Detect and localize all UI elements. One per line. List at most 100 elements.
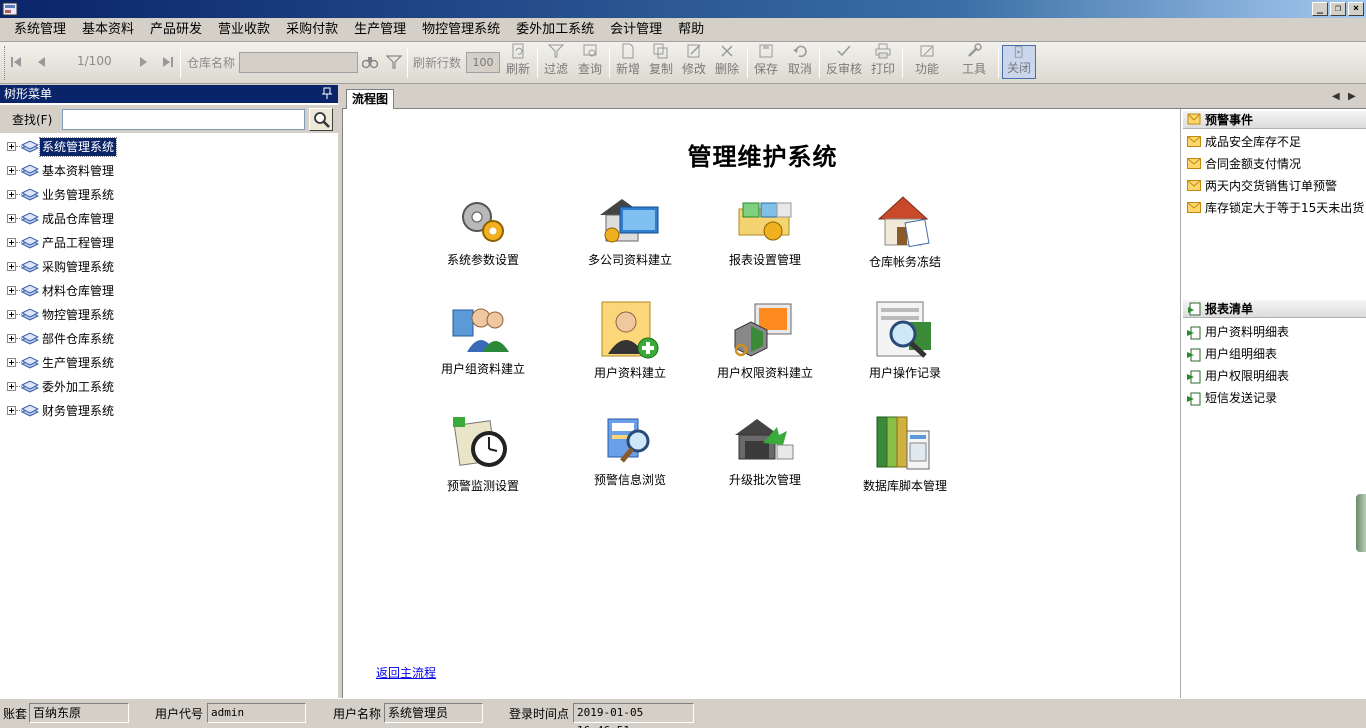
edit-icon [687,44,701,58]
copy-button[interactable]: 复制 [647,42,675,82]
expand-icon[interactable] [7,358,16,367]
search-label: 查找(F) [12,113,53,127]
last-record-icon[interactable] [162,56,174,68]
alerts-header: 预警事件 [1183,111,1366,129]
report-item[interactable]: 用户权限明细表 [1185,366,1366,386]
menu-help[interactable]: 帮助 [670,18,712,42]
tree-item[interactable]: 系统管理系统 [0,135,338,159]
tab-scroll-left-icon[interactable]: ◀ [1332,91,1340,102]
tree-item[interactable]: 委外加工系统 [0,375,338,399]
envelope-icon [1187,158,1201,169]
refresh-button[interactable]: 刷新 [504,42,532,82]
delete-button[interactable]: 删除 [713,42,741,82]
tree-item[interactable]: 财务管理系统 [0,399,338,423]
tree-item[interactable]: 采购管理系统 [0,255,338,279]
alert-item[interactable]: 合同金额支付情况 [1185,154,1366,174]
menu-outsourcing[interactable]: 委外加工系统 [508,18,602,42]
side-dock-handle[interactable] [1356,494,1366,552]
tree-item[interactable]: 部件仓库系统 [0,327,338,351]
alert-browse-tile[interactable]: 预警信息浏览 [565,413,695,513]
tree-item[interactable]: 产品工程管理 [0,231,338,255]
pin-icon[interactable] [322,87,332,100]
warehouse-freeze-tile[interactable]: 仓库帐务冻结 [840,193,970,293]
copy-icon [653,43,668,59]
expand-icon[interactable] [7,214,16,223]
tile-label: 用户操作记录 [868,366,941,380]
report-settings-icon [700,193,830,247]
tree-search-button[interactable] [309,108,333,131]
save-button[interactable]: 保存 [752,42,780,82]
report-settings-tile[interactable]: 报表设置管理 [700,193,830,293]
unaudit-button[interactable]: 反审核 [824,42,864,82]
menu-production[interactable]: 生产管理 [346,18,414,42]
expand-icon[interactable] [7,382,16,391]
expand-icon[interactable] [7,286,16,295]
filter-button[interactable]: 过滤 [542,42,570,82]
tools-button[interactable]: 工具 [952,42,996,82]
search-icon [314,112,330,128]
back-to-main-link[interactable]: 返回主流程 [376,664,436,681]
tree-item[interactable]: 材料仓库管理 [0,279,338,303]
menu-sales-receipts[interactable]: 营业收款 [210,18,278,42]
user-group-tile[interactable]: 用户组资料建立 [418,300,548,400]
toolbar-grip[interactable] [4,46,7,80]
query-button[interactable]: 查询 [576,42,604,82]
refresh-rows-field[interactable]: 100 [466,52,500,73]
alert-monitor-tile[interactable]: 预警监测设置 [418,413,548,513]
db-script-tile[interactable]: 数据库脚本管理 [840,413,970,513]
expand-icon[interactable] [7,334,16,343]
tree-search-input[interactable] [62,109,305,130]
database-script-icon [840,413,970,473]
close-window-button[interactable]: × [1348,2,1364,16]
tree-item-label: 材料仓库管理 [42,284,115,298]
report-item[interactable]: 用户资料明细表 [1185,322,1366,342]
tab-flowchart[interactable]: 流程图 [346,89,395,110]
multi-company-tile[interactable]: 多公司资料建立 [565,193,695,293]
first-record-icon[interactable] [10,56,22,68]
menu-basic-data[interactable]: 基本资料 [74,18,142,42]
expand-icon[interactable] [7,190,16,199]
alert-item[interactable]: 成品安全库存不足 [1185,132,1366,152]
user-profile-tile[interactable]: 用户资料建立 [565,300,695,400]
reports-title: 报表清单 [1205,302,1254,316]
upgrade-batch-tile[interactable]: 升级批次管理 [700,413,830,513]
tree-item[interactable]: 生产管理系统 [0,351,338,375]
function-button[interactable]: 功能 [907,42,947,82]
edit-button[interactable]: 修改 [680,42,708,82]
warehouse-field[interactable] [239,52,358,73]
tab-scroll-right-icon[interactable]: ▶ [1348,91,1356,102]
next-record-icon[interactable] [139,56,149,68]
prev-record-icon[interactable] [36,56,46,68]
tree-item[interactable]: 成品仓库管理 [0,207,338,231]
menu-accounting[interactable]: 会计管理 [602,18,670,42]
user-operation-log-tile[interactable]: 用户操作记录 [840,300,970,400]
cancel-button[interactable]: 取消 [786,42,814,82]
minimize-button[interactable]: _ [1312,2,1328,16]
user-permission-tile[interactable]: 用户权限资料建立 [700,300,830,400]
report-item[interactable]: 短信发送记录 [1185,388,1366,408]
menu-material-control[interactable]: 物控管理系统 [414,18,508,42]
menu-purchase-payments[interactable]: 采购付款 [278,18,346,42]
menu-product-rd[interactable]: 产品研发 [142,18,210,42]
alert-item[interactable]: 库存锁定大于等于15天未出货 [1185,198,1366,218]
close-page-button[interactable]: 关闭 [1002,45,1036,79]
tree-item[interactable]: 基本资料管理 [0,159,338,183]
expand-icon[interactable] [7,310,16,319]
expand-icon[interactable] [7,406,16,415]
tree-item[interactable]: 物控管理系统 [0,303,338,327]
restore-button[interactable]: ❐ [1330,2,1346,16]
report-item[interactable]: 用户组明细表 [1185,344,1366,364]
filter-clear-icon[interactable] [386,54,402,70]
expand-icon[interactable] [7,142,16,151]
system-params-tile[interactable]: 系统参数设置 [418,193,548,293]
expand-icon[interactable] [7,238,16,247]
add-button[interactable]: 新增 [614,42,642,82]
alert-item[interactable]: 两天内交货销售订单预警 [1185,176,1366,196]
envelope-icon [1187,180,1201,191]
tree-item[interactable]: 业务管理系统 [0,183,338,207]
menu-system[interactable]: 系统管理 [6,18,74,42]
print-button[interactable]: 打印 [869,42,897,82]
expand-icon[interactable] [7,166,16,175]
binoculars-icon[interactable] [362,55,378,69]
expand-icon[interactable] [7,262,16,271]
